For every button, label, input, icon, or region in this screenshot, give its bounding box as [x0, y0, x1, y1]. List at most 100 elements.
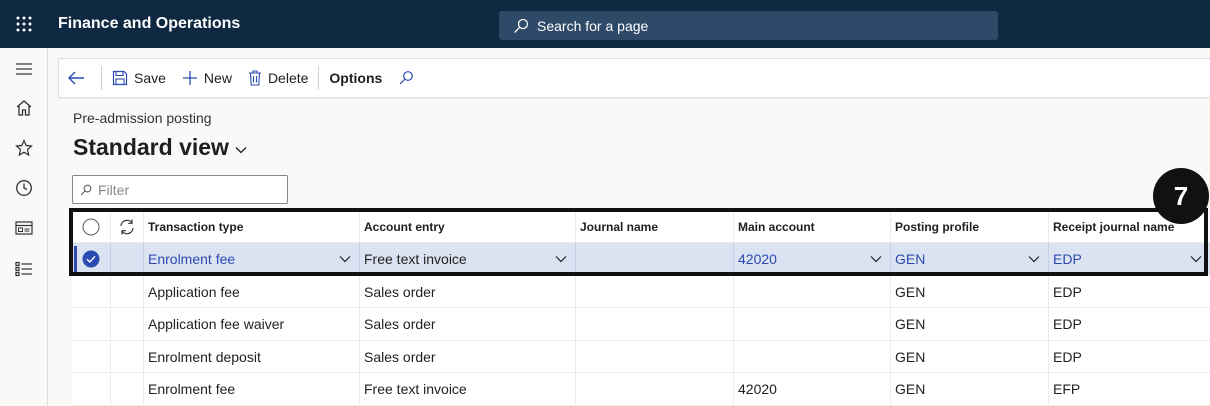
column-header-transaction-type[interactable]: Transaction type: [144, 211, 360, 242]
back-arrow-icon: [67, 70, 85, 86]
receipt-journal-select[interactable]: EDP: [1049, 243, 1210, 274]
row-select-checkbox[interactable]: [72, 308, 111, 340]
find-button[interactable]: [390, 59, 428, 97]
column-header-journal-name[interactable]: Journal name: [576, 211, 734, 242]
cell-posting-profile[interactable]: GEN: [891, 308, 1049, 340]
account-entry-select[interactable]: Free text invoice: [360, 243, 576, 274]
select-all-checkbox[interactable]: [72, 211, 111, 242]
workspace-icon[interactable]: [13, 217, 35, 239]
cell-main-account[interactable]: [734, 341, 891, 372]
transaction-type-select[interactable]: Enrolment fee: [144, 243, 360, 274]
cell-main-account[interactable]: [734, 276, 891, 307]
journal-name-field[interactable]: [576, 243, 734, 274]
left-navigation: [0, 48, 48, 406]
filter-placeholder: Filter: [98, 181, 130, 198]
cell-receipt-journal[interactable]: EDP: [1049, 276, 1210, 307]
delete-label: Delete: [267, 70, 309, 86]
row-select-checkbox[interactable]: [72, 373, 111, 405]
row-marker: [111, 243, 144, 274]
app-launcher-icon[interactable]: [0, 0, 48, 48]
row-select-checkbox[interactable]: [72, 276, 111, 307]
trash-icon: [248, 70, 262, 86]
toolbar-divider: [318, 66, 320, 90]
chevron-down-icon[interactable]: [339, 255, 351, 263]
cell-account-entry[interactable]: Sales order: [360, 341, 576, 372]
search-placeholder: Search for a page: [537, 17, 649, 34]
menu-icon[interactable]: [13, 58, 35, 80]
save-label: Save: [134, 70, 166, 86]
options-tab[interactable]: Options: [321, 59, 390, 97]
cell-posting-profile[interactable]: GEN: [891, 276, 1049, 307]
cell-transaction-type[interactable]: Application fee: [144, 276, 360, 307]
table-row[interactable]: Enrolment fee Free text invoice 42020 GE…: [72, 243, 1210, 275]
chevron-down-icon[interactable]: [555, 255, 567, 263]
cell-main-account[interactable]: [734, 308, 891, 340]
back-button[interactable]: [59, 59, 99, 97]
search-icon: [80, 184, 92, 196]
page-title: Standard view: [73, 134, 229, 160]
clock-icon[interactable]: [13, 177, 35, 199]
cell-posting-profile[interactable]: GEN: [891, 373, 1049, 405]
search-icon: [398, 70, 414, 86]
page-caption: Pre-admission posting: [73, 110, 212, 126]
refresh-icon[interactable]: [111, 211, 144, 242]
delete-button[interactable]: Delete: [240, 59, 316, 97]
save-icon: [112, 70, 128, 86]
row-select-checkbox[interactable]: [72, 243, 111, 274]
plus-icon: [182, 70, 198, 86]
home-icon[interactable]: [13, 97, 35, 119]
star-icon[interactable]: [13, 137, 35, 159]
cell-account-entry[interactable]: Free text invoice: [360, 373, 576, 405]
cell-journal-name[interactable]: [576, 276, 734, 307]
cell-main-account[interactable]: 42020: [734, 373, 891, 405]
row-marker: [111, 341, 144, 372]
checkmark-icon: [82, 250, 100, 267]
cell-text: Free text invoice: [364, 250, 467, 267]
row-select-checkbox[interactable]: [72, 341, 111, 372]
main-account-select[interactable]: 42020: [734, 243, 891, 274]
cell-text: Enrolment fee: [148, 250, 236, 267]
cell-receipt-journal[interactable]: EFP: [1049, 373, 1210, 405]
chevron-down-icon[interactable]: [870, 255, 882, 263]
column-header-posting-profile[interactable]: Posting profile: [891, 211, 1049, 242]
column-header-main-account[interactable]: Main account: [734, 211, 891, 242]
list-icon[interactable]: [13, 258, 35, 280]
cell-transaction-type[interactable]: Application fee waiver: [144, 308, 360, 340]
cell-journal-name[interactable]: [576, 341, 734, 372]
table-row[interactable]: Application fee Sales order GEN EDP: [72, 276, 1210, 308]
save-button[interactable]: Save: [104, 59, 174, 97]
row-marker: [111, 308, 144, 340]
table-row[interactable]: Enrolment deposit Sales order GEN EDP: [72, 341, 1210, 373]
new-label: New: [203, 70, 232, 86]
cell-account-entry[interactable]: Sales order: [360, 308, 576, 340]
cell-receipt-journal[interactable]: EDP: [1049, 308, 1210, 340]
filter-input[interactable]: Filter: [72, 175, 288, 204]
selection-indicator: [74, 246, 77, 272]
chevron-down-icon[interactable]: [1028, 255, 1040, 263]
cell-journal-name[interactable]: [576, 373, 734, 405]
step-number-badge: 7: [1153, 168, 1209, 224]
cell-receipt-journal[interactable]: EDP: [1049, 341, 1210, 372]
cell-text: GEN: [895, 250, 926, 267]
column-header-account-entry[interactable]: Account entry: [360, 211, 576, 242]
grid-header: Transaction type Account entry Journal n…: [72, 211, 1210, 243]
row-marker: [111, 373, 144, 405]
cell-text: 42020: [738, 250, 777, 267]
new-button[interactable]: New: [174, 59, 240, 97]
view-selector[interactable]: Standard view: [73, 134, 247, 161]
search-icon: [513, 18, 529, 34]
chevron-down-icon: [235, 146, 247, 154]
app-title: Finance and Operations: [58, 15, 241, 32]
table-row[interactable]: Application fee waiver Sales order GEN E…: [72, 308, 1210, 341]
cell-posting-profile[interactable]: GEN: [891, 341, 1049, 372]
chevron-down-icon[interactable]: [1190, 255, 1202, 263]
row-marker: [111, 276, 144, 307]
cell-account-entry[interactable]: Sales order: [360, 276, 576, 307]
cell-transaction-type[interactable]: Enrolment fee: [144, 373, 360, 405]
table-row[interactable]: Enrolment fee Free text invoice 42020 GE…: [72, 373, 1210, 406]
posting-profile-select[interactable]: GEN: [891, 243, 1049, 274]
cell-transaction-type[interactable]: Enrolment deposit: [144, 341, 360, 372]
cell-journal-name[interactable]: [576, 308, 734, 340]
top-bar: Finance and Operations Search for a page: [0, 0, 1210, 48]
search-input[interactable]: Search for a page: [499, 11, 998, 40]
